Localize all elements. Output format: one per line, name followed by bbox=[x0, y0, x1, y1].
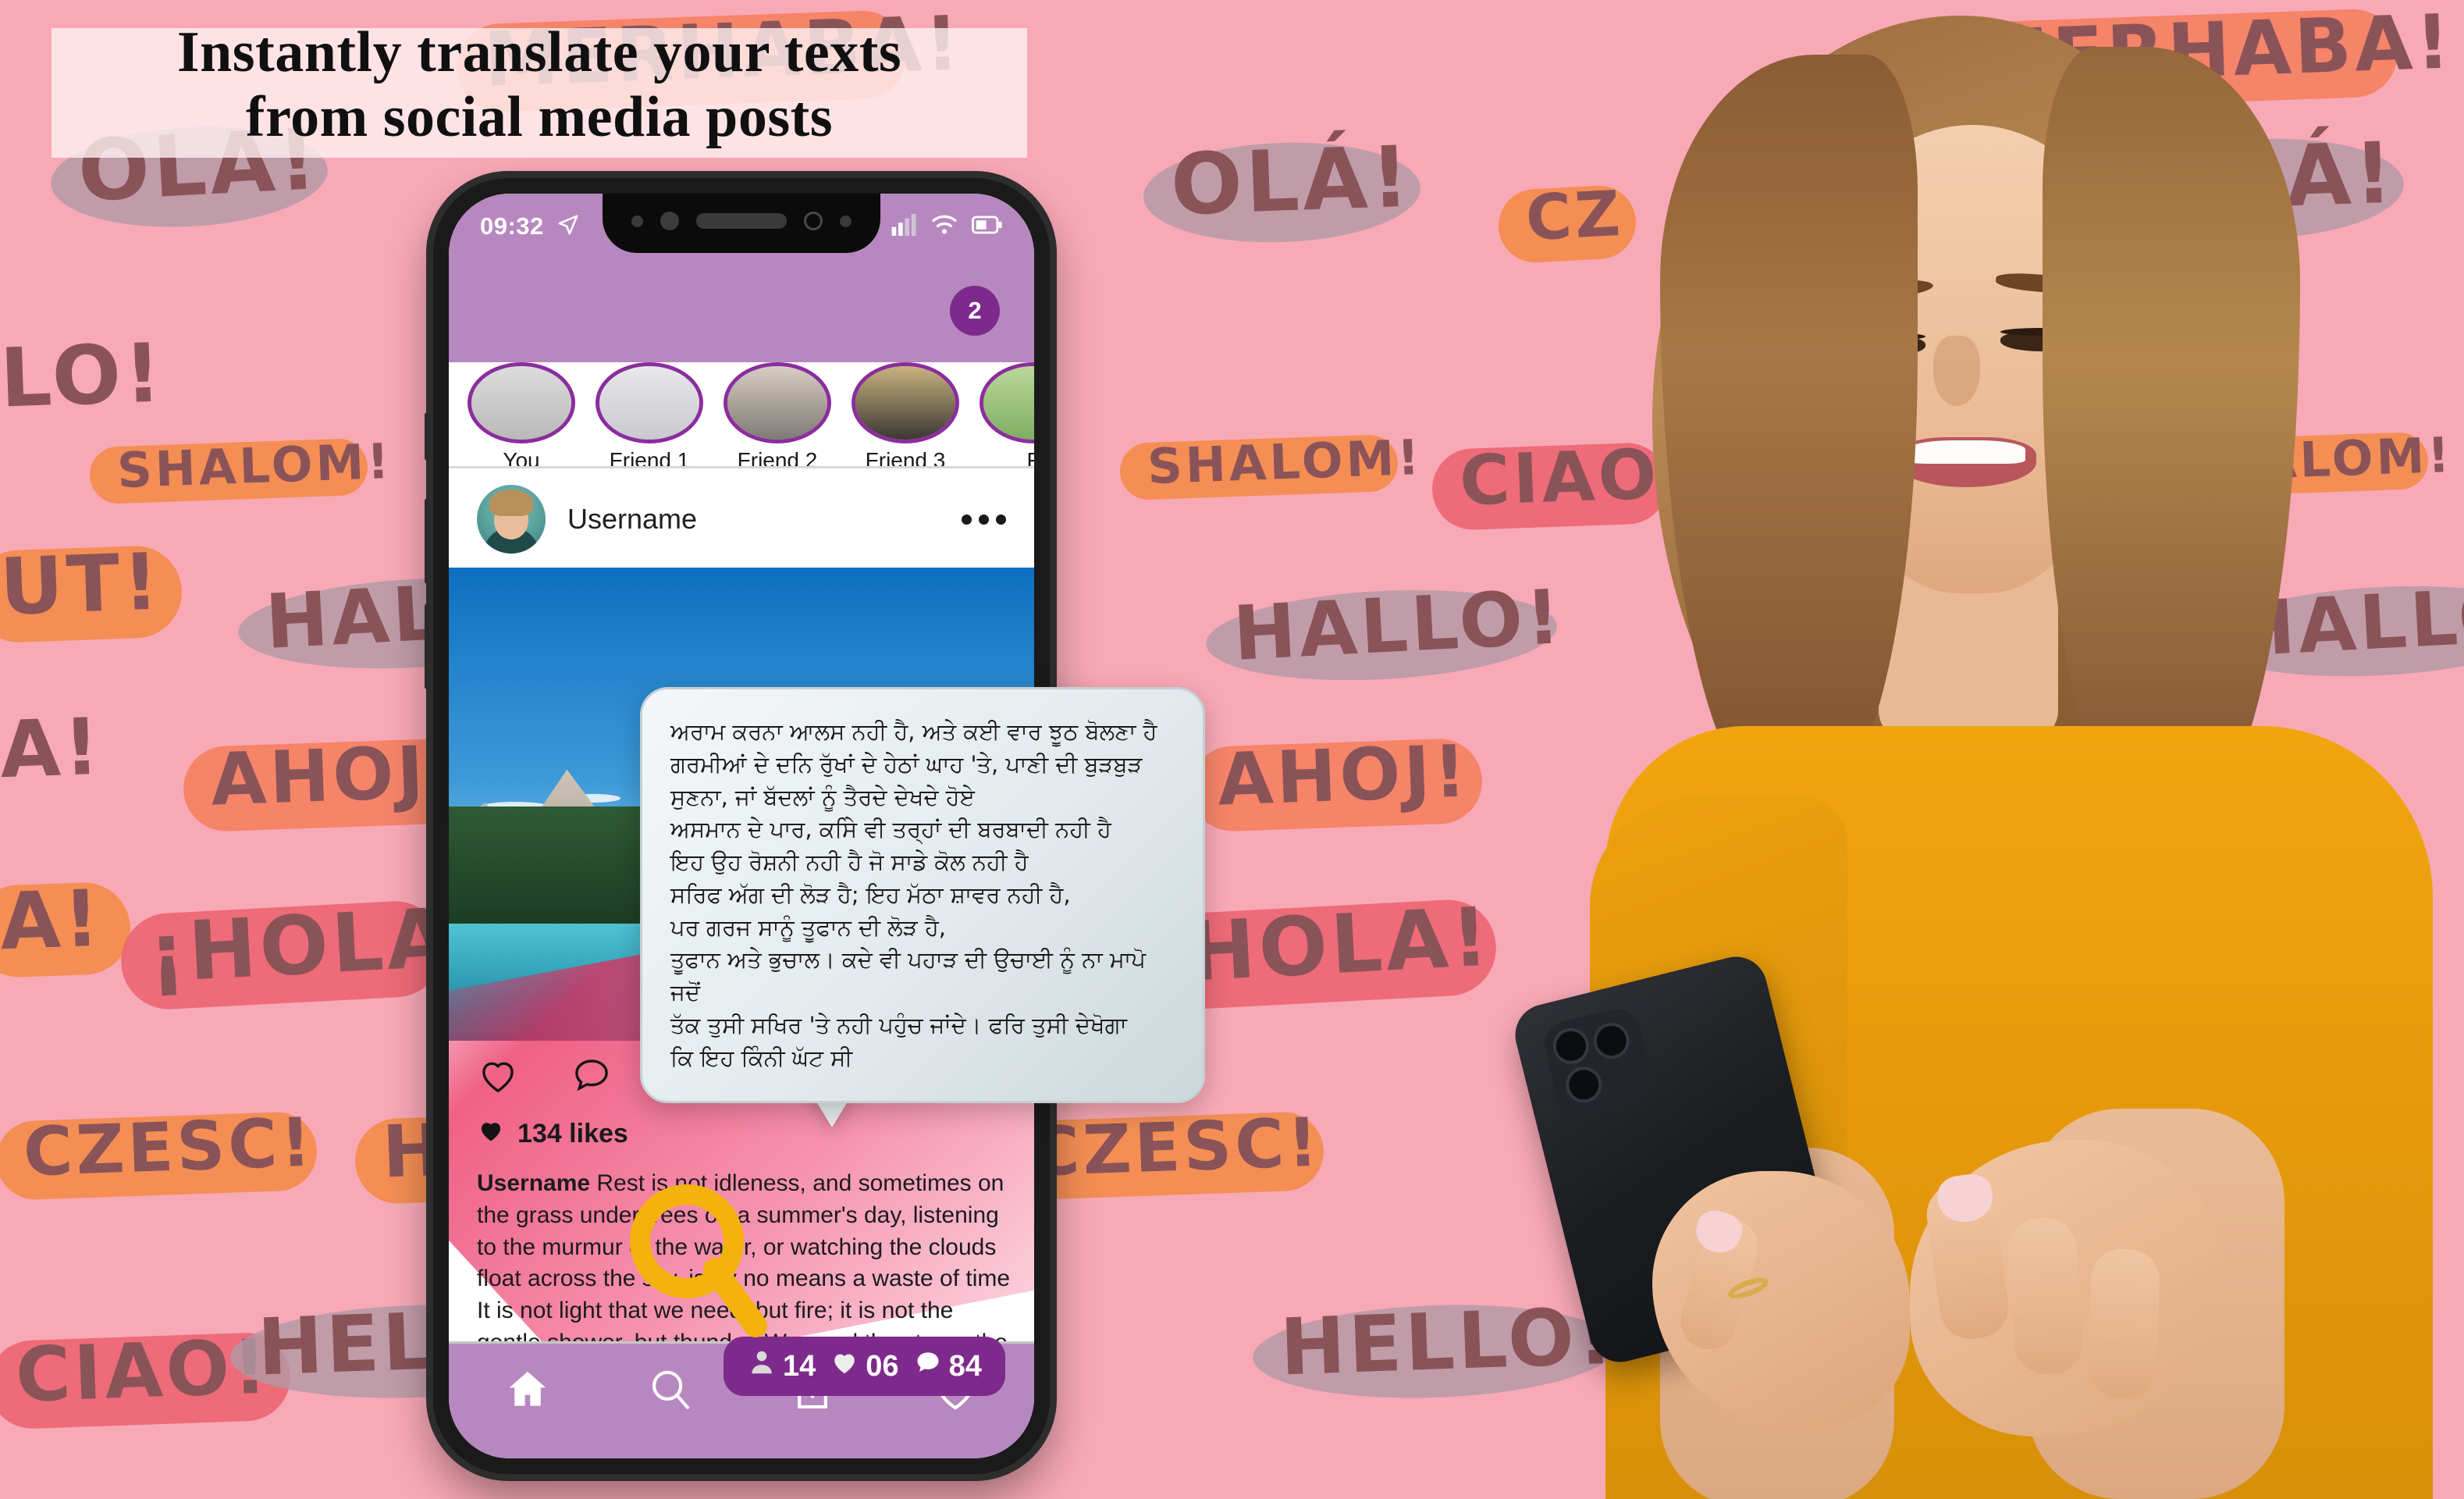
heart-filled-icon bbox=[830, 1348, 859, 1385]
background-greeting-word: SHALOM! bbox=[116, 432, 393, 500]
background-greeting-word: AHOJ! bbox=[1216, 729, 1471, 822]
phone-notch bbox=[603, 194, 880, 253]
story-item[interactable]: Friend 2 bbox=[722, 362, 833, 468]
background-greeting-word: A! bbox=[0, 872, 105, 968]
status-clock: 09:32 bbox=[480, 212, 544, 240]
greeting-highlight-blob bbox=[119, 899, 446, 1012]
background-greeting-word: CZESC! bbox=[22, 1103, 316, 1192]
background-greeting-word: ¡HOLA bbox=[146, 889, 455, 1002]
story-label: You bbox=[503, 448, 540, 468]
stats-likes-count: 06 bbox=[866, 1349, 899, 1383]
views-count: 14 bbox=[783, 1349, 816, 1383]
comment-filled-icon bbox=[913, 1348, 943, 1385]
background-greeting-word: OLÁ! bbox=[1168, 128, 1414, 235]
greeting-highlight-blob bbox=[182, 737, 477, 833]
magnifier-icon bbox=[624, 1179, 780, 1347]
app-header-bar: 2 bbox=[449, 259, 1034, 362]
greeting-highlight-blob bbox=[1001, 1111, 1325, 1202]
likes-label: 134 likes bbox=[517, 1119, 628, 1148]
notification-badge[interactable]: 2 bbox=[950, 286, 1000, 336]
comments-count: 84 bbox=[948, 1349, 982, 1383]
greeting-highlight-blob bbox=[1189, 737, 1484, 833]
story-item[interactable]: You bbox=[466, 362, 577, 468]
story-ring[interactable] bbox=[980, 362, 1034, 443]
background-greeting-word: A! bbox=[0, 700, 105, 796]
greeting-highlight-blob bbox=[0, 881, 132, 979]
background-greeting-word: CZESC! bbox=[1029, 1103, 1323, 1192]
background-greeting-word: AHOJ! bbox=[209, 729, 464, 822]
avatar bbox=[471, 366, 571, 440]
likes-count: 134 likes bbox=[477, 1116, 628, 1152]
mouth bbox=[1896, 437, 2036, 487]
woman-photo bbox=[1509, 0, 2464, 1499]
story-label: Friend 3 bbox=[865, 448, 946, 468]
background-greeting-word: LO! bbox=[0, 325, 166, 426]
story-item[interactable]: Friend 3 bbox=[850, 362, 961, 468]
greeting-highlight-blob bbox=[1141, 137, 1423, 247]
wifi-icon bbox=[931, 214, 958, 240]
avatar bbox=[727, 366, 827, 440]
headline-line-2: from social media posts bbox=[245, 84, 834, 149]
front-camera-icon bbox=[804, 212, 823, 230]
story-ring[interactable] bbox=[468, 362, 575, 443]
greeting-highlight-blob bbox=[0, 1330, 292, 1430]
post-header: Username bbox=[449, 471, 1034, 568]
greeting-highlight-blob bbox=[0, 1111, 318, 1202]
post-author-name[interactable]: Username bbox=[567, 503, 697, 536]
battery-icon bbox=[972, 215, 1003, 239]
greeting-highlight-blob bbox=[0, 544, 183, 644]
stories-row[interactable]: You Friend 1 Friend 2 Friend 3 bbox=[449, 362, 1034, 468]
caption-author[interactable]: Username bbox=[477, 1170, 590, 1196]
heart-filled-icon bbox=[477, 1116, 505, 1152]
person-icon bbox=[747, 1348, 777, 1385]
hair-front-left bbox=[1660, 55, 1918, 804]
earpiece-speaker bbox=[696, 213, 787, 229]
page-title: Instantly translate your texts from soci… bbox=[52, 20, 1027, 150]
story-label: Friend 2 bbox=[737, 448, 818, 468]
translation-bubble[interactable]: ਅਰਾਮ ਕਰਨਾ ਆਲਸ ਨਹੀ ਹੈ, ਅਤੇ ਕਈ ਵਾਰ ਝੂਠ ਬੋਲ… bbox=[640, 687, 1205, 1104]
more-options-icon[interactable] bbox=[962, 514, 1006, 525]
story-ring[interactable] bbox=[852, 362, 959, 443]
avatar bbox=[855, 366, 955, 440]
location-arrow-icon bbox=[556, 213, 580, 240]
phone-mute-button[interactable] bbox=[425, 412, 430, 461]
greeting-highlight-blob bbox=[1118, 434, 1399, 501]
avatar bbox=[983, 366, 1034, 440]
phone-volume-up-button[interactable] bbox=[425, 498, 430, 584]
heart-icon[interactable] bbox=[477, 1054, 519, 1100]
signal-bars-icon bbox=[891, 213, 917, 240]
phone-volume-down-button[interactable] bbox=[425, 604, 430, 689]
background-greeting-word: SHALOM! bbox=[1146, 428, 1424, 496]
post-author-avatar[interactable] bbox=[477, 485, 546, 554]
comment-icon[interactable] bbox=[571, 1054, 613, 1100]
story-ring[interactable] bbox=[724, 362, 831, 443]
story-label: Friend 1 bbox=[609, 448, 690, 468]
avatar bbox=[599, 366, 699, 440]
story-item[interactable]: F bbox=[978, 362, 1034, 466]
background-greeting-word: UT! bbox=[0, 536, 164, 633]
hair-front-right bbox=[2043, 47, 2300, 828]
background-greeting-word: HALLO! bbox=[1231, 573, 1566, 678]
phone-camera-module bbox=[1539, 1003, 1658, 1122]
greeting-highlight-blob bbox=[1204, 581, 1559, 689]
story-ring[interactable] bbox=[596, 362, 703, 443]
search-icon[interactable] bbox=[646, 1365, 695, 1418]
greeting-highlight-blob bbox=[88, 438, 369, 505]
nose bbox=[1933, 336, 1980, 406]
background-greeting-word: CIAO! bbox=[14, 1323, 272, 1419]
story-item[interactable]: Friend 1 bbox=[594, 362, 705, 468]
story-label: F bbox=[978, 448, 1034, 466]
translated-text: ਅਰਾਮ ਕਰਨਾ ਆਲਸ ਨਹੀ ਹੈ, ਅਤੇ ਕਈ ਵਾਰ ਝੂਠ ਬੋਲ… bbox=[670, 718, 1157, 1071]
headline-line-1: Instantly translate your texts bbox=[176, 20, 902, 84]
home-icon[interactable] bbox=[503, 1365, 552, 1418]
